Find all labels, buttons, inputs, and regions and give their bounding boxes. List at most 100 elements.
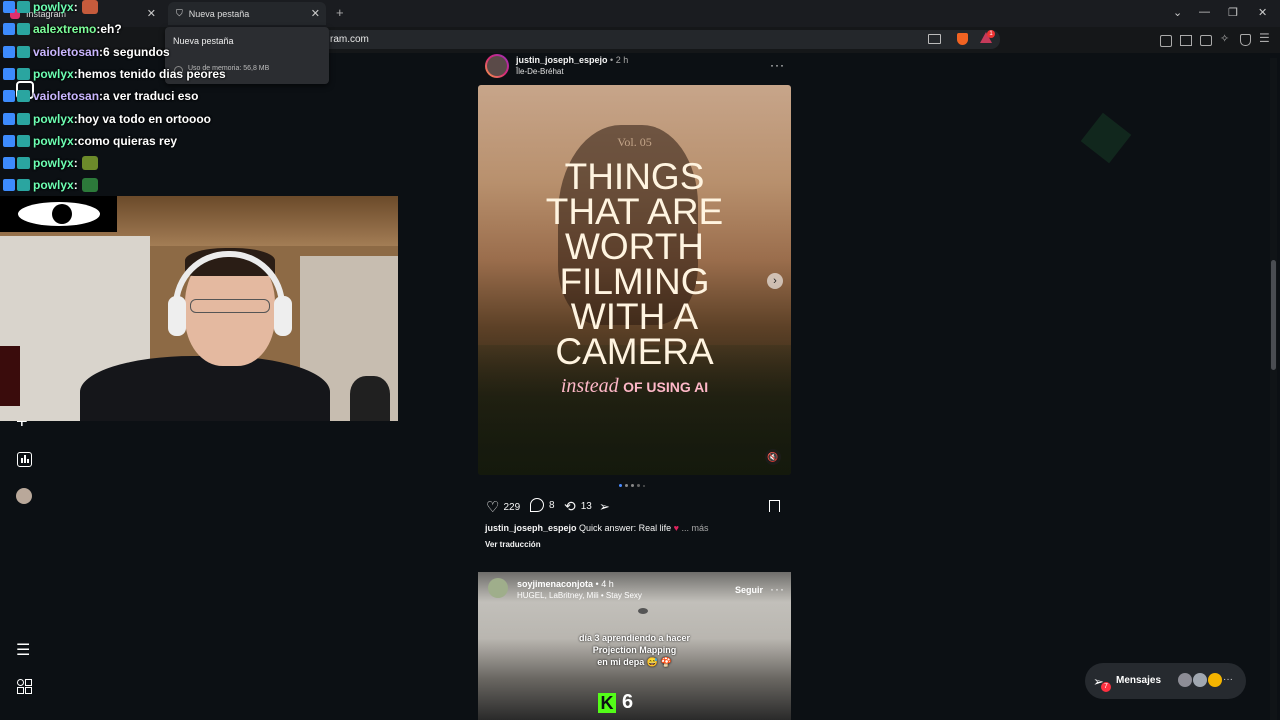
chat-username[interactable]: powlyx: [33, 112, 74, 126]
page-scrollbar-thumb[interactable]: [1271, 260, 1276, 370]
save-bookmark-icon[interactable]: [769, 500, 780, 512]
sub-badge-icon: [3, 179, 15, 192]
new-tab-button[interactable]: +: [336, 5, 344, 20]
chat-badge-icon: [17, 67, 30, 80]
chat-badge-icon: [17, 134, 30, 147]
close-tab-icon[interactable]: ✕: [311, 7, 320, 20]
tab-new-tab[interactable]: ⛉ Nueva pestaña ✕: [168, 2, 326, 25]
extensions-icon[interactable]: [1160, 35, 1172, 47]
dm-avatar[interactable]: [1193, 673, 1207, 687]
carousel-dot: [637, 484, 640, 487]
overlay-line: en mi depa 😅 🍄: [597, 657, 672, 667]
chat-text: hoy va todo en ortoooo: [77, 111, 212, 126]
chat-username[interactable]: vaioletosan: [33, 45, 99, 59]
chat-message: powlyx :: [3, 175, 98, 195]
post-options-icon[interactable]: ···: [770, 58, 785, 72]
chat-username[interactable]: powlyx: [33, 67, 74, 81]
pc-case: [0, 346, 20, 406]
post2-options-icon[interactable]: ···: [770, 582, 785, 596]
menu-icon[interactable]: ☰: [16, 640, 30, 660]
vpn-shield-icon[interactable]: [1240, 34, 1251, 46]
chat-username[interactable]: powlyx: [33, 134, 74, 148]
caption-more-link[interactable]: ... más: [681, 523, 708, 533]
close-window-button[interactable]: ✕: [1258, 6, 1267, 19]
ceiling-light: [638, 608, 648, 614]
chat-emote-icon: [81, 178, 98, 193]
messages-label[interactable]: Mensajes: [1116, 675, 1161, 686]
post-author-avatar[interactable]: [485, 54, 509, 78]
page-scrollbar-track[interactable]: [1270, 58, 1277, 720]
address-bar[interactable]: [300, 30, 1000, 49]
chat-username[interactable]: powlyx: [33, 156, 74, 170]
post-caption: justin_joseph_espejo Quick answer: Real …: [485, 523, 708, 533]
comment-action[interactable]: 8: [530, 498, 555, 512]
see-translation-link[interactable]: Ver traducción: [485, 540, 541, 549]
cat: [350, 376, 390, 421]
follow-button[interactable]: Seguir: [735, 585, 763, 595]
like-action[interactable]: ♡ 229: [486, 498, 520, 516]
carousel-dot: [625, 484, 628, 487]
post-location[interactable]: Île-De-Bréhat: [516, 67, 564, 76]
chat-text: 6 segundos: [103, 44, 170, 59]
overlay-line: día 3 aprendiendo a hacer: [578, 633, 691, 643]
headline-line: CAMERA: [555, 331, 714, 372]
red-heart-emoji: ♥: [673, 523, 679, 533]
cast-icon[interactable]: [928, 34, 941, 44]
chat-username[interactable]: powlyx: [33, 178, 74, 192]
brave-rewards-icon[interactable]: 1: [980, 30, 995, 45]
share-icon[interactable]: ➢: [599, 499, 610, 515]
glasses: [190, 299, 270, 313]
chat-badge-icon: [17, 23, 30, 36]
chat-separator: :: [73, 156, 78, 171]
heart-icon[interactable]: ♡: [486, 498, 499, 516]
chat-username[interactable]: aalextremo: [33, 22, 96, 36]
like-count: 229: [503, 501, 521, 513]
post2-username[interactable]: soyjimenaconjota: [517, 579, 593, 589]
chat-username[interactable]: vaioletosan: [33, 89, 99, 103]
chat-message: vaioletosan : a ver traduci eso: [3, 86, 198, 106]
stream-eye-logo: [0, 196, 117, 232]
post2-author-avatar[interactable]: [488, 578, 508, 598]
hover-card-title: Nueva pestaña: [173, 36, 234, 46]
chat-badge-icon: [17, 45, 30, 58]
carousel-dots: [619, 484, 645, 487]
more-apps-icon[interactable]: [17, 679, 32, 694]
leo-ai-icon[interactable]: ✧: [1220, 32, 1229, 45]
rewards-badge: 1: [987, 30, 995, 38]
chat-message: powlyx : hemos tenido dias peores: [3, 64, 226, 84]
restore-button[interactable]: ❐: [1228, 6, 1238, 19]
chat-separator: :: [73, 0, 78, 14]
sidebar-icon[interactable]: [1180, 35, 1192, 46]
post2-header: soyjimenaconjota • 4 h: [517, 579, 614, 589]
tab-list-chevron-icon[interactable]: ⌄: [1173, 6, 1182, 19]
sub-badge-icon: [3, 23, 15, 36]
comment-icon[interactable]: [530, 498, 544, 512]
browser-menu-icon[interactable]: ☰: [1259, 31, 1270, 45]
profile-avatar[interactable]: [16, 488, 32, 504]
wallet-icon[interactable]: [1200, 35, 1212, 46]
muted-audio-icon[interactable]: 🔇: [765, 449, 781, 465]
kick-logo-icon: K: [598, 693, 616, 713]
brave-shield-icon[interactable]: [957, 33, 968, 45]
chat-text: como quieras rey: [77, 133, 178, 148]
messages-badge: 7: [1101, 682, 1111, 692]
close-tab-icon[interactable]: ✕: [147, 7, 156, 20]
chat-username[interactable]: powlyx: [33, 0, 74, 14]
caption-username[interactable]: justin_joseph_espejo: [485, 523, 577, 533]
minimize-button[interactable]: —: [1199, 6, 1210, 18]
dm-avatar[interactable]: [1178, 673, 1192, 687]
chat-message: vaioletosan : 6 segundos: [3, 42, 170, 62]
chat-emote-icon: [81, 0, 98, 14]
dm-avatar[interactable]: [1208, 673, 1222, 687]
post-media[interactable]: Vol. 05 THINGS THAT ARE WORTH FILMING WI…: [478, 85, 791, 475]
next-slide-button[interactable]: ›: [767, 273, 783, 289]
insights-icon[interactable]: [17, 452, 32, 467]
post2-music[interactable]: HUGEL, LaBritney, Mili • Stay Sexy: [517, 591, 642, 600]
post-username[interactable]: justin_joseph_espejo: [516, 55, 608, 65]
headline-line: THAT ARE: [545, 191, 724, 232]
more-dms-icon[interactable]: ···: [1223, 674, 1233, 685]
sub-badge-icon: [3, 45, 15, 58]
url-text: ram.com: [330, 34, 369, 45]
repost-action[interactable]: ⟲ 13: [564, 498, 592, 515]
repost-icon[interactable]: ⟲: [564, 498, 576, 515]
